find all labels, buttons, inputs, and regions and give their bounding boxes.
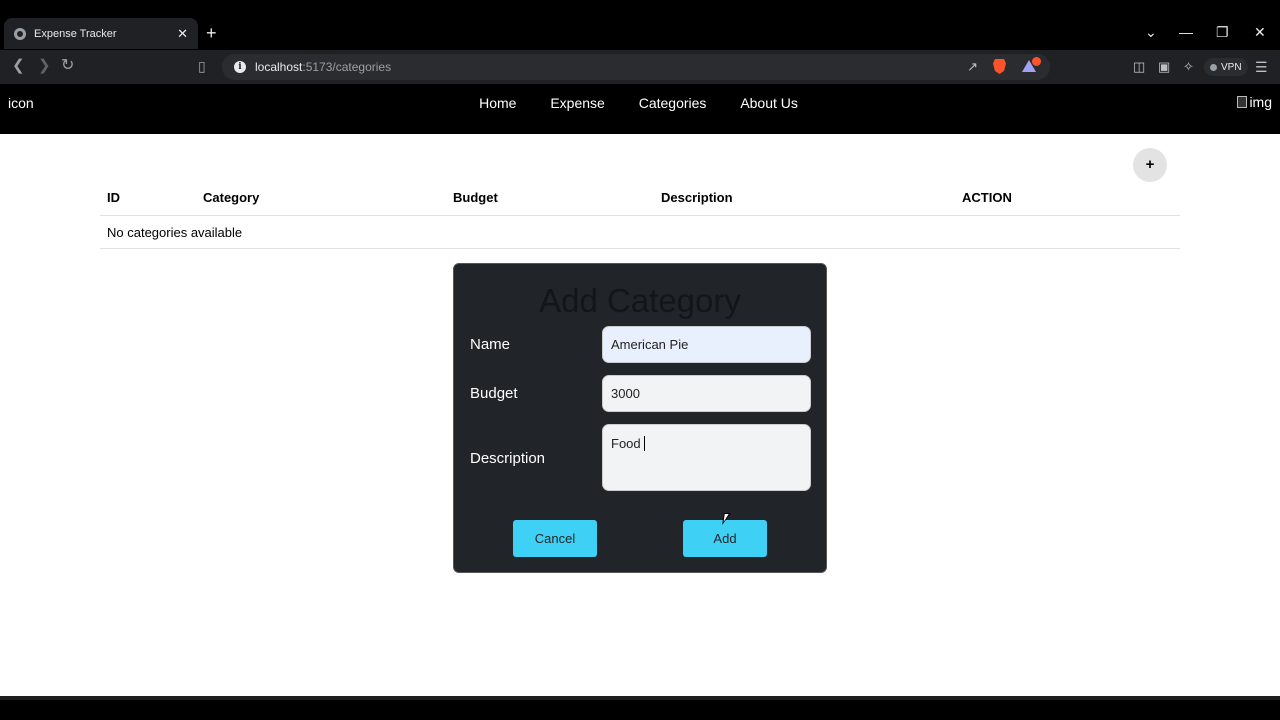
notification-badge <box>1032 57 1041 66</box>
address-bar[interactable]: i localhost:5173/categories ↗ <box>222 54 1050 80</box>
description-value: Food <box>611 436 641 451</box>
reload-icon[interactable]: ↻ <box>61 58 74 74</box>
site-info-icon[interactable]: i <box>234 61 246 73</box>
modal-title: Add Category <box>539 282 741 319</box>
new-tab-button[interactable]: + <box>206 24 217 42</box>
leo-ai-icon[interactable]: ✧ <box>1183 59 1194 75</box>
profile-image[interactable]: img <box>1237 94 1272 110</box>
text-caret <box>643 436 645 451</box>
nav-link-categories[interactable]: Categories <box>639 95 707 111</box>
bottom-strip <box>0 696 1280 720</box>
nav-link-expense[interactable]: Expense <box>550 95 604 111</box>
browser-tab[interactable]: Expense Tracker ✕ <box>4 18 198 49</box>
bookmark-icon[interactable]: ▯ <box>198 58 206 74</box>
empty-table-message: No categories available <box>100 215 1180 249</box>
tab-close-icon[interactable]: ✕ <box>177 26 188 42</box>
forward-icon[interactable]: ❯ <box>38 58 51 74</box>
tab-title: Expense Tracker <box>34 27 117 40</box>
nav-links: Home Expense Categories About Us <box>0 95 1280 111</box>
column-header-budget: Budget <box>446 180 654 216</box>
vpn-status-icon <box>1210 63 1217 71</box>
column-header-category: Category <box>196 180 446 216</box>
app-viewport: icon Home Expense Categories About Us im… <box>0 84 1280 696</box>
column-header-description: Description <box>654 180 955 216</box>
description-textarea[interactable]: Food <box>602 424 811 491</box>
nav-link-about-us[interactable]: About Us <box>740 95 798 111</box>
restore-button[interactable]: ❐ <box>1216 24 1229 40</box>
browser-tab-bar: Expense Tracker ✕ + ⌄ — ❐ ✕ <box>0 0 1280 50</box>
sidebar-icon[interactable]: ◫ <box>1133 59 1145 75</box>
nav-link-home[interactable]: Home <box>479 95 516 111</box>
add-button[interactable]: Add <box>683 520 767 557</box>
add-category-button[interactable]: + <box>1133 148 1167 182</box>
vpn-label: VPN <box>1221 61 1242 73</box>
browser-toolbar: ❮ ❯ ↻ ▯ i localhost:5173/categories ↗ ◫ … <box>0 50 1280 84</box>
name-label: Name <box>470 336 511 353</box>
tab-search-icon[interactable]: ⌄ <box>1145 24 1157 40</box>
close-window-button[interactable]: ✕ <box>1254 24 1266 40</box>
cancel-button[interactable]: Cancel <box>513 520 597 557</box>
app-navbar: icon Home Expense Categories About Us im… <box>0 84 1280 134</box>
budget-label: Budget <box>470 385 518 402</box>
broken-image-icon <box>1237 96 1248 108</box>
categories-table: ID Category Budget Description ACTION No… <box>100 180 1180 249</box>
url-host: localhost <box>255 60 303 74</box>
favicon-icon <box>14 27 26 40</box>
add-category-modal: Add Category Name American Pie Budget 30… <box>453 263 827 573</box>
wallet-icon[interactable]: ▣ <box>1158 59 1170 75</box>
budget-input[interactable]: 3000 <box>602 375 811 412</box>
share-icon[interactable]: ↗ <box>967 59 978 75</box>
profile-image-alt: img <box>1249 94 1272 110</box>
url-path: :5173/categories <box>302 60 392 74</box>
column-header-id: ID <box>100 180 196 216</box>
back-icon[interactable]: ❮ <box>12 58 25 74</box>
table-header-row: ID Category Budget Description ACTION <box>100 180 1180 216</box>
column-header-action: ACTION <box>955 180 1180 216</box>
name-input[interactable]: American Pie <box>602 326 811 363</box>
description-label: Description <box>470 450 546 467</box>
menu-icon[interactable]: ☰ <box>1255 59 1268 75</box>
table-row: No categories available <box>100 215 1180 249</box>
vpn-button[interactable]: VPN <box>1204 58 1248 76</box>
minimize-button[interactable]: — <box>1179 24 1193 40</box>
horizontal-scrollbar[interactable] <box>0 696 1280 700</box>
